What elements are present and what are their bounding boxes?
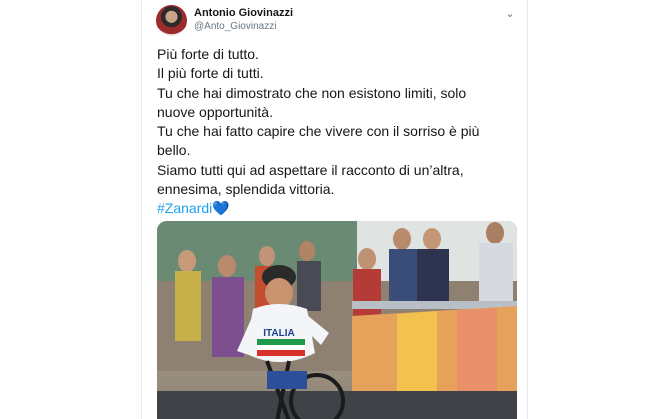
- blue-heart-icon: 💙: [212, 200, 230, 217]
- tweet-line: Il più forte di tutti.: [157, 65, 264, 82]
- tweet-header: Antonio Giovinazzi @Anto_Giovinazzi ⌄: [156, 5, 517, 37]
- photo-scene: ITALIA: [157, 221, 517, 419]
- tweet-text: Più forte di tutto. Il più forte di tutt…: [157, 45, 517, 219]
- tweet-line: Più forte di tutto.: [157, 46, 259, 62]
- tweet-line: Tu che hai fatto capire che vivere con i…: [157, 123, 480, 140]
- shorts: [267, 371, 307, 389]
- flag-stripe-green: [257, 339, 305, 345]
- avatar[interactable]: [156, 5, 187, 36]
- user-handle[interactable]: @Anto_Giovinazzi: [194, 20, 293, 33]
- tweet-line: ennesima, splendida vittoria.: [157, 181, 335, 198]
- tweet-line: Tu che hai dimostrato che non esistono l…: [157, 84, 467, 101]
- flag-stripe-red: [257, 350, 305, 356]
- tweet-photo[interactable]: ITALIA: [157, 221, 517, 419]
- chevron-down-icon[interactable]: ⌄: [503, 7, 517, 21]
- jersey-text: ITALIA: [263, 328, 294, 339]
- flag-stripe-white: [257, 345, 305, 350]
- user-block[interactable]: Antonio Giovinazzi @Anto_Giovinazzi: [194, 7, 293, 33]
- athlete-face: [265, 278, 293, 308]
- display-name[interactable]: Antonio Giovinazzi: [194, 7, 293, 20]
- tweet-line: nuove opportunità.: [157, 103, 273, 120]
- tweet-line: bello.: [157, 142, 191, 159]
- hashtag-line: #Zanardi💙: [157, 199, 517, 218]
- tweet-card: Antonio Giovinazzi @Anto_Giovinazzi ⌄ Pi…: [141, 0, 528, 419]
- hashtag-link[interactable]: #Zanardi: [157, 200, 212, 216]
- tweet-line: Siamo tutti qui ad aspettare il racconto…: [157, 161, 464, 178]
